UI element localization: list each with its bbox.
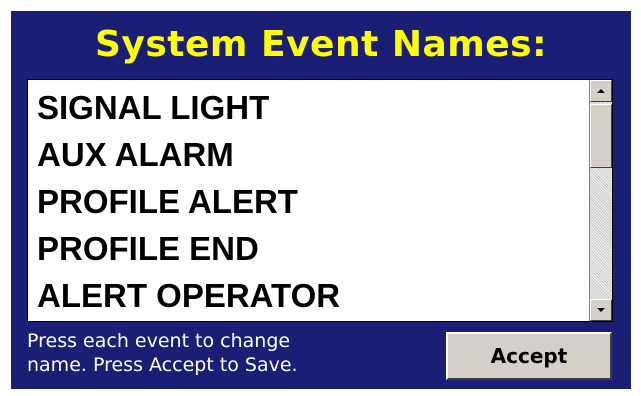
instructions-line-2: name. Press Accept to Save. xyxy=(27,354,298,376)
list-item-profile-alert[interactable]: PROFILE ALERT xyxy=(37,178,298,226)
event-list: SIGNAL LIGHT AUX ALARM PROFILE ALERT PRO… xyxy=(28,80,590,321)
arrow-up-icon xyxy=(597,89,605,93)
list-item-profile-end[interactable]: PROFILE END xyxy=(37,225,259,273)
vertical-scrollbar[interactable] xyxy=(589,80,612,321)
list-item-aux-alarm[interactable]: AUX ALARM xyxy=(37,131,234,179)
instructions-text: Press each event to change name. Press A… xyxy=(27,329,407,377)
event-names-panel: System Event Names: SIGNAL LIGHT AUX ALA… xyxy=(11,11,631,389)
scroll-down-button[interactable] xyxy=(590,299,612,321)
event-list-box: SIGNAL LIGHT AUX ALARM PROFILE ALERT PRO… xyxy=(27,79,613,322)
list-item-signal-light[interactable]: SIGNAL LIGHT xyxy=(37,84,269,132)
arrow-down-icon xyxy=(597,308,605,312)
scroll-up-button[interactable] xyxy=(590,80,612,102)
instructions-line-1: Press each event to change xyxy=(27,330,291,352)
scrollbar-thumb[interactable] xyxy=(590,104,612,168)
page-title: System Event Names: xyxy=(94,24,547,65)
accept-button[interactable]: Accept xyxy=(446,332,612,380)
list-item-alert-operator[interactable]: ALERT OPERATOR xyxy=(37,272,340,320)
